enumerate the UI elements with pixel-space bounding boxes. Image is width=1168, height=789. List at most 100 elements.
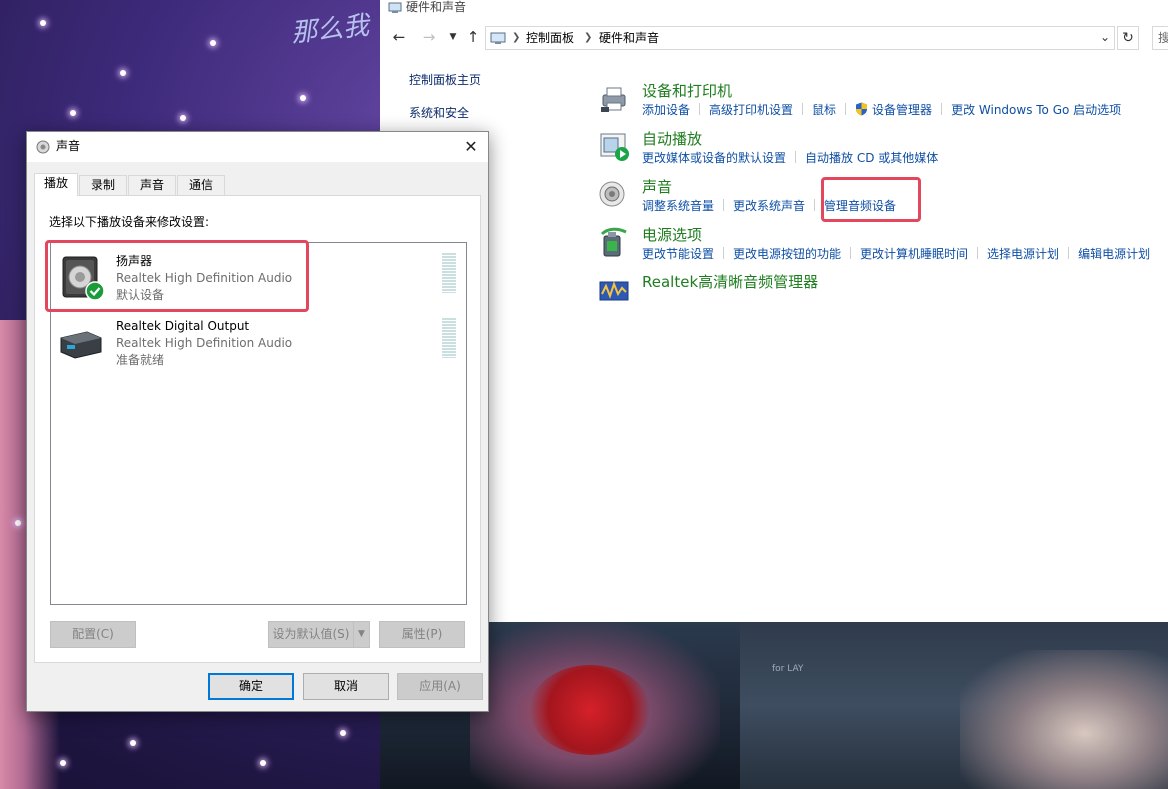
- wallpaper-sparkle: [130, 740, 136, 746]
- apply-button[interactable]: 应用(A): [397, 673, 483, 700]
- properties-button[interactable]: 属性(P): [379, 621, 465, 648]
- category-title[interactable]: Realtek高清晰音频管理器: [642, 273, 818, 291]
- link-add-device[interactable]: 添加设备: [642, 102, 690, 118]
- recent-locations-chevron-icon[interactable]: ▼: [444, 28, 462, 46]
- wallpaper-sparkle: [180, 115, 186, 121]
- search-input[interactable]: 搜: [1152, 26, 1168, 50]
- refresh-button[interactable]: ↻: [1117, 26, 1139, 50]
- sound-dialog-icon: [36, 140, 50, 154]
- tab-sounds[interactable]: 声音: [128, 175, 176, 195]
- tab-communications[interactable]: 通信: [177, 175, 225, 195]
- breadcrumb-separator-icon: ❯: [584, 32, 593, 43]
- wallpaper-sparkle: [70, 110, 76, 116]
- volume-level-meter: [442, 253, 456, 293]
- dialog-title: 声音: [56, 139, 81, 153]
- category-title[interactable]: 自动播放: [642, 130, 702, 148]
- link-change-power-saving[interactable]: 更改节能设置: [642, 246, 714, 262]
- device-status: 准备就绪: [116, 353, 165, 367]
- wallpaper-rose-bouquet: [530, 665, 650, 755]
- printer-icon: [601, 87, 626, 112]
- category-title[interactable]: 电源选项: [642, 226, 702, 244]
- digital-output-icon: [60, 331, 102, 359]
- category-power-options: 电源选项 更改节能设置 更改电源按钮的功能 更改计算机睡眠时间 选择电源计划 编辑电源计…: [590, 220, 1168, 264]
- category-title[interactable]: 设备和打印机: [642, 82, 732, 100]
- wallpaper-sparkle: [340, 730, 346, 736]
- set-default-dropdown-chevron-icon[interactable]: ▼: [353, 621, 370, 648]
- link-divider: [977, 247, 979, 259]
- back-arrow-icon[interactable]: ←: [390, 28, 408, 46]
- category-links: 添加设备 高级打印机设置 鼠标 设备管理器 更改 Windows To Go 启动选项: [642, 102, 1121, 118]
- link-divider: [941, 103, 943, 115]
- link-autoplay-cd[interactable]: 自动播放 CD 或其他媒体: [805, 150, 938, 166]
- link-divider: [723, 247, 725, 259]
- control-panel-location-icon: [490, 32, 506, 44]
- navigation-bar: ← → ▼ ↑ ❯ 控制面板 ❯ 硬件和声音 ⌄ ↻ 搜: [380, 24, 1168, 54]
- category-autoplay: 自动播放 更改媒体或设备的默认设置 自动播放 CD 或其他媒体: [590, 124, 1168, 168]
- playback-device-list[interactable]: 扬声器 Realtek High Definition Audio 默认设备 R…: [45, 240, 467, 605]
- control-panel-window: 硬件和声音 ← → ▼ ↑ ❯ 控制面板 ❯ 硬件和声音 ⌄ ↻ 搜 控制面板主…: [380, 0, 1168, 622]
- link-mouse[interactable]: 鼠标: [812, 102, 836, 118]
- link-change-power-buttons[interactable]: 更改电源按钮的功能: [733, 246, 841, 262]
- link-edit-power-plan[interactable]: 编辑电源计划: [1078, 246, 1150, 262]
- category-links: 更改媒体或设备的默认设置 自动播放 CD 或其他媒体: [642, 150, 938, 166]
- category-title[interactable]: 声音: [642, 178, 672, 196]
- wallpaper-overlay-text: 那么我: [289, 10, 371, 49]
- highlight-manage-audio-devices: [821, 177, 921, 222]
- link-windows-to-go[interactable]: 更改 Windows To Go 启动选项: [951, 102, 1121, 118]
- link-adjust-volume[interactable]: 调整系统音量: [642, 198, 714, 214]
- category-devices-printers: 设备和打印机 添加设备 高级打印机设置 鼠标 设备管理器 更改 Windows To G…: [590, 76, 1168, 120]
- power-options-icon: [600, 227, 627, 257]
- link-device-manager[interactable]: 设备管理器: [872, 102, 932, 118]
- control-panel-titlebar: 硬件和声音: [380, 0, 1168, 18]
- breadcrumb-separator-icon: ❯: [512, 32, 521, 43]
- close-icon[interactable]: ✕: [460, 136, 482, 158]
- address-dropdown-chevron-icon[interactable]: ⌄: [1100, 30, 1110, 44]
- link-change-system-sounds[interactable]: 更改系统声音: [733, 198, 805, 214]
- volume-level-meter: [442, 318, 456, 358]
- autoplay-icon: [600, 133, 629, 161]
- tab-recording[interactable]: 录制: [79, 175, 127, 195]
- address-bar[interactable]: ❯ 控制面板 ❯ 硬件和声音 ⌄: [485, 26, 1115, 50]
- sidebar-item-system-security[interactable]: 系统和安全: [409, 105, 469, 121]
- link-choose-power-plan[interactable]: 选择电源计划: [987, 246, 1059, 262]
- sidebar-item-control-panel-home[interactable]: 控制面板主页: [409, 72, 481, 88]
- link-divider: [699, 103, 701, 115]
- highlight-speakers-device: [45, 240, 309, 312]
- wallpaper-sparkle: [260, 760, 266, 766]
- breadcrumb-hardware-sound[interactable]: 硬件和声音: [599, 31, 659, 45]
- category-links: 更改节能设置 更改电源按钮的功能 更改计算机睡眠时间 选择电源计划 编辑电源计划: [642, 246, 1150, 262]
- device-name: Realtek Digital Output: [116, 319, 250, 333]
- wallpaper-piano-text: for LAY: [772, 664, 804, 674]
- uac-shield-icon: [856, 102, 868, 116]
- link-divider: [723, 199, 725, 211]
- link-change-media-defaults[interactable]: 更改媒体或设备的默认设置: [642, 150, 786, 166]
- up-arrow-icon[interactable]: ↑: [464, 28, 482, 46]
- link-change-sleep-time[interactable]: 更改计算机睡眠时间: [860, 246, 968, 262]
- realtek-audio-icon: [599, 281, 629, 301]
- category-realtek-audio-manager: Realtek高清晰音频管理器: [590, 268, 1168, 312]
- wallpaper-sparkle: [120, 70, 126, 76]
- wallpaper-sparkle: [15, 520, 21, 526]
- set-default-button[interactable]: 设为默认值(S): [268, 621, 354, 648]
- ok-button[interactable]: 确定: [208, 673, 294, 700]
- link-divider: [795, 151, 797, 163]
- wallpaper-sparkle: [210, 40, 216, 46]
- control-panel-icon: [388, 2, 402, 13]
- tab-playback[interactable]: 播放: [34, 173, 78, 196]
- cancel-button[interactable]: 取消: [303, 673, 389, 700]
- wallpaper-sparkle: [60, 760, 66, 766]
- refresh-icon: ↻: [1122, 30, 1134, 46]
- link-divider: [1068, 247, 1070, 259]
- configure-button[interactable]: 配置(C): [50, 621, 136, 648]
- playback-tab-panel: 选择以下播放设备来修改设置: 扬声器 Realtek High Definiti…: [34, 195, 481, 663]
- window-title: 硬件和声音: [406, 0, 467, 14]
- link-advanced-printer-setup[interactable]: 高级打印机设置: [709, 102, 793, 118]
- wallpaper-pianist: [960, 650, 1168, 789]
- wallpaper-sparkle: [300, 95, 306, 101]
- breadcrumb-control-panel[interactable]: 控制面板: [526, 31, 574, 45]
- link-divider: [850, 247, 852, 259]
- link-divider: [802, 103, 804, 115]
- link-divider: [814, 199, 816, 211]
- device-item-digital-output[interactable]: Realtek Digital Output Realtek High Defi…: [51, 310, 466, 372]
- forward-arrow-icon[interactable]: →: [420, 28, 438, 46]
